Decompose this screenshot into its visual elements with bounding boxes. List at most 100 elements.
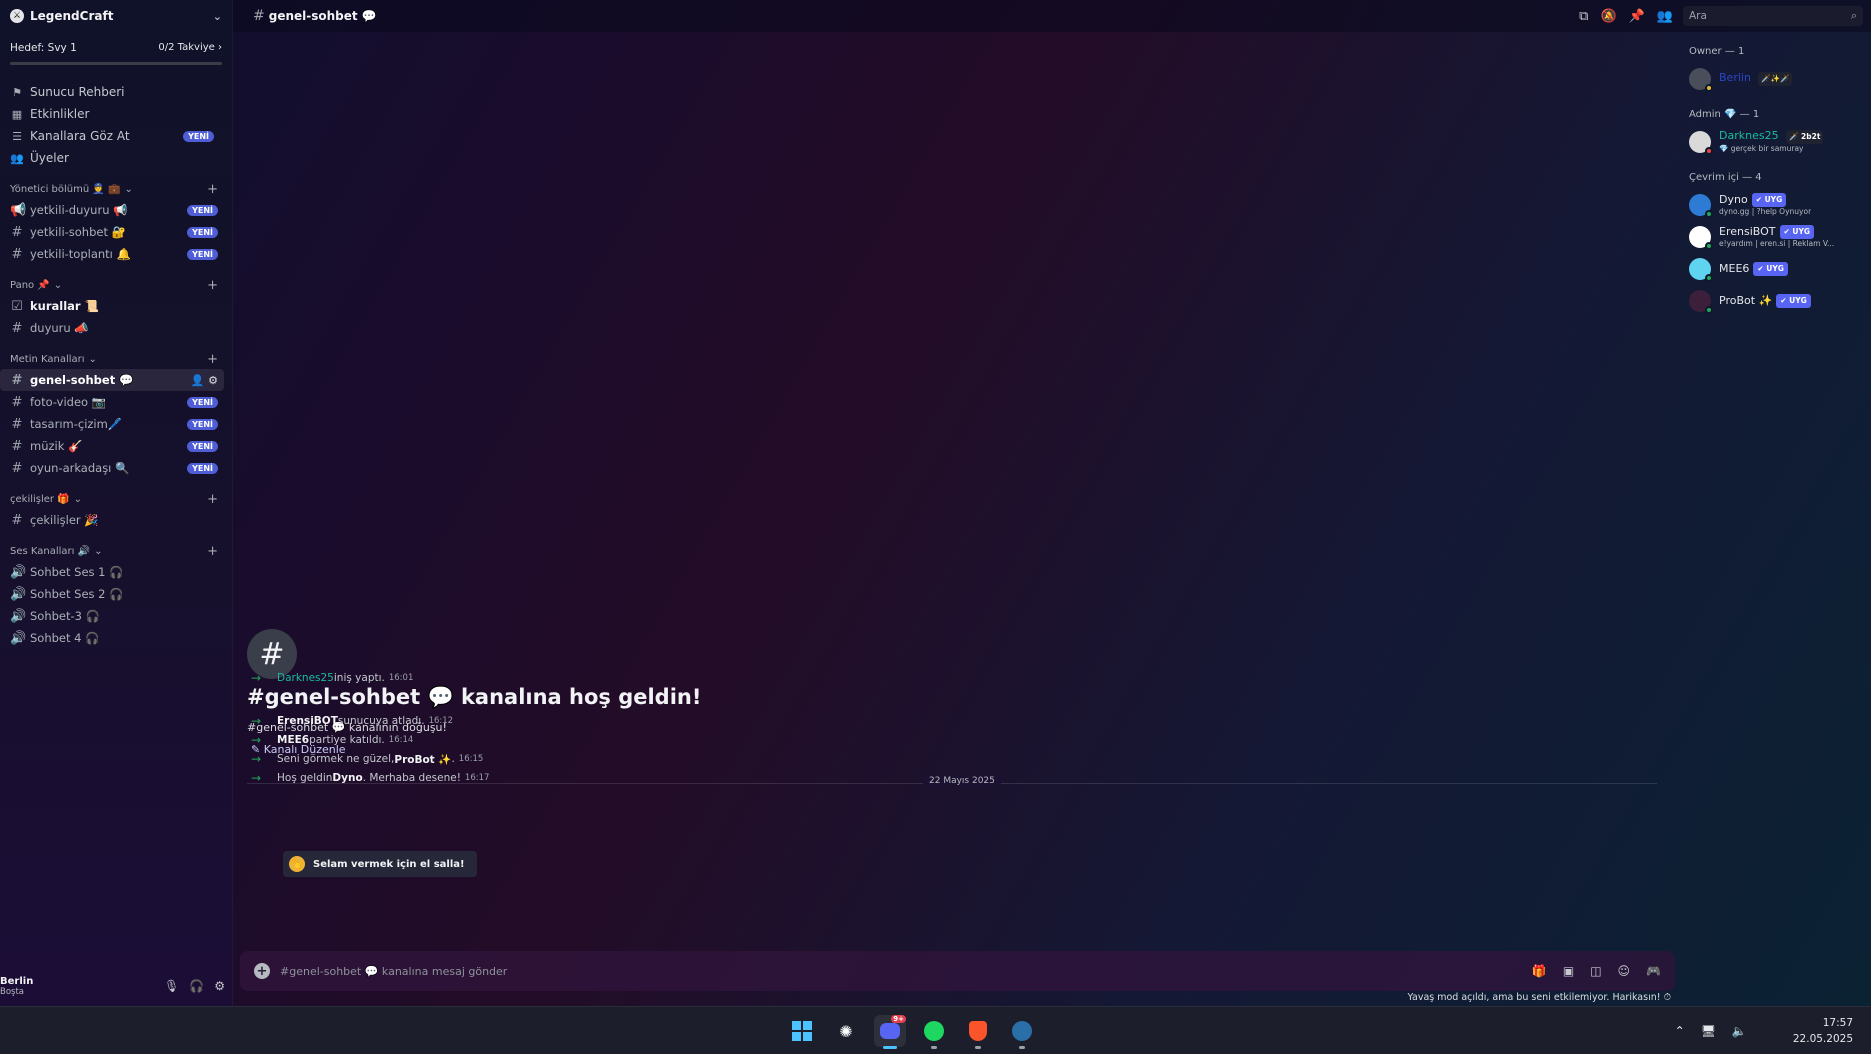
- channel-category[interactable]: Ses Kanalları 🔊 ⌄ +: [0, 541, 232, 561]
- channel-item[interactable]: # tasarım-çizim🖊️ YENİ: [0, 413, 224, 435]
- avatar: [1689, 194, 1713, 218]
- pin-icon[interactable]: 📌: [1629, 9, 1645, 24]
- brave-app-icon[interactable]: [962, 1015, 994, 1049]
- nav-item[interactable]: ☰ Kanallara Göz At YENİ: [0, 125, 224, 147]
- channel-item[interactable]: ☑ kurallar 📜: [0, 295, 224, 317]
- channel-item[interactable]: # duyuru 📣: [0, 317, 224, 339]
- clock[interactable]: 17:57 22.05.2025: [1793, 1015, 1853, 1047]
- member-item[interactable]: ErensiBOT ✔ UYG e!yardım | eren.si | Rekl…: [1680, 221, 1871, 253]
- avatar: [1689, 68, 1713, 92]
- channel-item[interactable]: # yetkili-toplantı 🔔 YENİ: [0, 243, 224, 265]
- hash-icon: #: [11, 372, 23, 388]
- add-channel-icon[interactable]: +: [207, 278, 218, 293]
- channel-item[interactable]: 🔊 Sohbet Ses 2 🎧: [0, 583, 224, 605]
- spotify-app-icon[interactable]: [918, 1015, 950, 1049]
- add-channel-icon[interactable]: +: [207, 182, 218, 197]
- boost-goal[interactable]: Hedef: Svy 1 0/2 Takviye ›: [10, 42, 222, 54]
- chevron-down-icon: ⌄: [124, 183, 133, 195]
- nav-item-label: Etkinlikler: [30, 107, 90, 121]
- add-channel-icon[interactable]: +: [207, 544, 218, 559]
- member-item[interactable]: Dyno ✔ UYG dyno.gg | ?help Oynuyor: [1680, 189, 1871, 221]
- message-username[interactable]: ProBot ✨: [394, 753, 451, 766]
- channel-sidebar: ⚔ LegendCraft ⌄ Hedef: Svy 1 0/2 Takviye…: [0, 0, 233, 1006]
- new-badge: YENİ: [183, 130, 214, 142]
- chevron-up-icon[interactable]: ⌃: [1675, 1024, 1685, 1038]
- channel-item[interactable]: # oyun-arkadaşı 🔍 YENİ: [0, 457, 224, 479]
- channel-item[interactable]: 🔊 Sohbet Ses 1 🎧: [0, 561, 224, 583]
- channel-item[interactable]: # foto-video 📷 YENİ: [0, 391, 224, 413]
- channel-name: tasarım-çizim🖊️: [30, 417, 123, 431]
- nav-item[interactable]: 👥 Üyeler: [0, 147, 224, 169]
- message-username[interactable]: Darknes25: [277, 672, 334, 684]
- invite-icon[interactable]: 👤: [191, 374, 205, 387]
- message-timestamp: 16:17: [464, 773, 490, 783]
- chevron-down-icon: ⌄: [94, 545, 103, 557]
- sticker-icon[interactable]: ◫: [1590, 964, 1601, 978]
- new-badge: YENİ: [187, 204, 218, 216]
- nav-item[interactable]: ▦ Etkinlikler: [0, 103, 224, 125]
- member-item[interactable]: MEE6 ✔ UYG: [1680, 253, 1871, 285]
- avatar: [1689, 290, 1713, 314]
- hash-icon: #: [11, 394, 23, 410]
- chevron-down-icon: ⌄: [53, 279, 63, 291]
- channel-topbar: # genel-sohbet 💬 ⧉ 🔕 📌 👥 Ara ⌕: [233, 0, 1871, 32]
- member-group-admin: Admin 💎 — 1: [1689, 109, 1760, 120]
- add-channel-icon[interactable]: +: [207, 492, 218, 507]
- channel-item[interactable]: 📢 yetkili-duyuru 📢 YENİ: [0, 199, 224, 221]
- steam-app-icon[interactable]: [1006, 1015, 1038, 1049]
- message-username[interactable]: ErensiBOT: [277, 715, 338, 727]
- user-info[interactable]: Berlin Boşta: [0, 976, 33, 997]
- gear-icon[interactable]: ⚙: [214, 979, 225, 993]
- add-channel-icon[interactable]: +: [207, 352, 218, 367]
- start-button[interactable]: [786, 1015, 818, 1047]
- system-message: → MEE6 partiye katıldı. 16:14: [251, 733, 414, 747]
- microphone-icon[interactable]: 🎙: [164, 979, 179, 993]
- notifications-muted-icon[interactable]: 🔕: [1600, 9, 1616, 24]
- channel-category[interactable]: Pano 📌 ⌄ +: [0, 275, 232, 295]
- wave-button[interactable]: 👋 Selam vermek için el salla!: [283, 851, 477, 877]
- nav-item-label: Sunucu Rehberi: [30, 85, 125, 99]
- hash-icon: #: [11, 512, 23, 528]
- channel-item[interactable]: # genel-sohbet 💬 👤 ⚙: [0, 369, 224, 391]
- threads-icon[interactable]: ⧉: [1579, 9, 1588, 24]
- channel-item[interactable]: # çekilişler 🎉: [0, 509, 224, 531]
- channel-name: duyuru 📣: [30, 321, 89, 335]
- add-attachment-button[interactable]: +: [254, 963, 270, 979]
- channel-name: Sohbet-3 🎧: [30, 609, 100, 623]
- speaker-icon: 🔊: [10, 630, 27, 646]
- channel-item[interactable]: 🔊 Sohbet-3 🎧: [0, 605, 224, 627]
- search-box[interactable]: Ara ⌕: [1683, 6, 1863, 26]
- server-header[interactable]: ⚔ LegendCraft ⌄: [0, 0, 232, 32]
- emoji-icon[interactable]: ☺: [1618, 964, 1631, 978]
- message-input[interactable]: [280, 964, 1532, 978]
- channel-name: foto-video 📷: [30, 395, 107, 409]
- message-username[interactable]: Dyno: [332, 772, 362, 784]
- network-icon[interactable]: 🖥: [1701, 1024, 1716, 1038]
- channel-category[interactable]: Metin Kanalları ⌄ +: [0, 349, 232, 369]
- channel-category[interactable]: çekilişler 🎁 ⌄ +: [0, 489, 232, 509]
- nav-item[interactable]: ⚑ Sunucu Rehberi: [0, 81, 224, 103]
- volume-icon[interactable]: 🔈: [1732, 1024, 1747, 1038]
- speaker-icon: 🔊: [10, 608, 27, 624]
- user-panel: Berlin Boşta 🎙 🎧 ⚙: [0, 966, 233, 1006]
- gif-icon[interactable]: ▣: [1563, 964, 1574, 978]
- channel-item[interactable]: 🔊 Sohbet 4 🎧: [0, 627, 224, 649]
- activities-icon[interactable]: 🎮: [1646, 964, 1661, 978]
- member-owner[interactable]: Berlin 🗡️✨🗡️: [1680, 63, 1871, 95]
- headphones-icon[interactable]: 🎧: [189, 979, 204, 993]
- gift-icon[interactable]: 🎁: [1532, 964, 1547, 978]
- member-item[interactable]: ProBot ✨ ✔ UYG: [1680, 285, 1871, 317]
- message-username[interactable]: MEE6: [277, 734, 309, 746]
- system-message: → Seni görmek ne güzel, ProBot ✨ . 16:15: [251, 752, 484, 766]
- date-divider-label: 22 Mayıs 2025: [923, 776, 1001, 786]
- member-admin[interactable]: Darknes25 🗡️ 2b2t 💎 gerçek bir samuray: [1680, 126, 1871, 158]
- channel-category[interactable]: Yönetici bölümü 👮 💼 ⌄ +: [0, 179, 232, 199]
- discord-app-icon[interactable]: 9+: [874, 1015, 906, 1049]
- chatgpt-app-icon[interactable]: ✺: [830, 1015, 862, 1047]
- gear-icon[interactable]: ⚙: [208, 374, 218, 387]
- member-list-icon[interactable]: 👥: [1657, 9, 1673, 24]
- system-message: → ErensiBOT sunucuya atladı. 16:12: [251, 714, 454, 728]
- server-name: LegendCraft: [30, 9, 114, 23]
- channel-item[interactable]: # yetkili-sohbet 🔐 YENİ: [0, 221, 224, 243]
- channel-item[interactable]: # müzik 🎸 YENİ: [0, 435, 224, 457]
